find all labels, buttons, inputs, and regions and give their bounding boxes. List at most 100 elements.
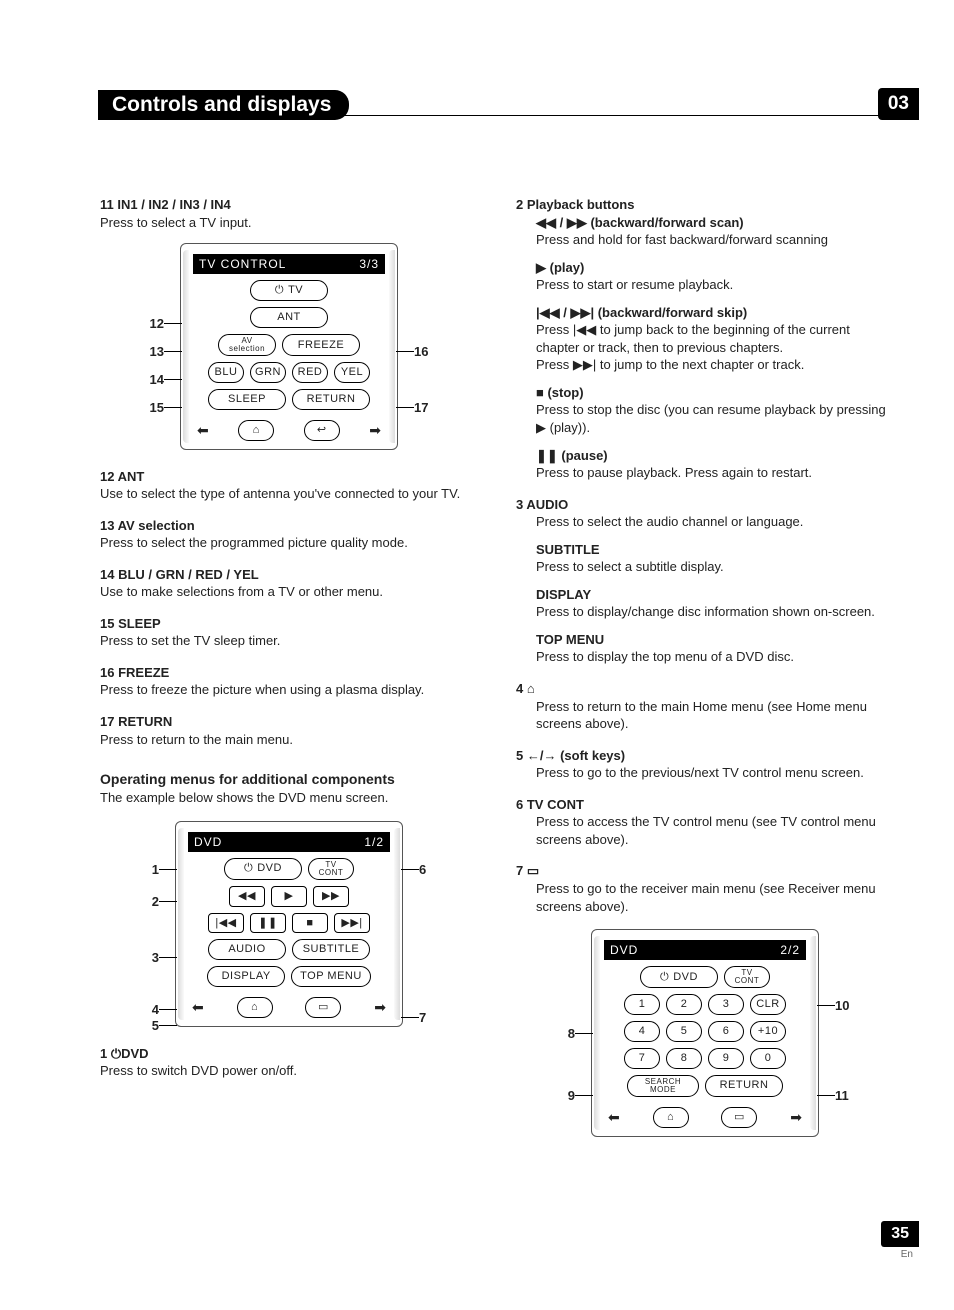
skip-back-button: |◀◀ — [208, 913, 244, 934]
item-12-heading: 12 ANT — [100, 468, 478, 486]
sleep-button: SLEEP — [208, 389, 286, 410]
section-title: Controls and displays — [98, 90, 349, 120]
display-body: Press to display/change disc information… — [536, 603, 894, 621]
tv-power-button: ⏻TV — [250, 280, 328, 301]
item-2-heading: 2 Playback buttons — [516, 196, 894, 214]
remote2-title: DVD 1/2 — [188, 832, 390, 852]
skip-fwd-button: ▶▶| — [334, 913, 370, 934]
left-column: 11 IN1 / IN2 / IN3 / IN4 Press to select… — [100, 196, 478, 1155]
stop-heading: ■ (stop) — [536, 384, 894, 402]
item-6-heading: 6 TV CONT — [516, 796, 894, 814]
item-7-body: Press to go to the receiver main menu (s… — [536, 880, 894, 915]
item-15-heading: 15 SLEEP — [100, 615, 478, 633]
plus10-button: +10 — [750, 1021, 786, 1042]
home-icon: ⌂ — [237, 997, 273, 1018]
remote1-title-right: 3/3 — [359, 256, 379, 272]
left-arrow-icon: ⬅ — [192, 998, 204, 1017]
tv-cont-button: TV CONT — [308, 858, 354, 880]
item-6-body: Press to access the TV control menu (see… — [536, 813, 894, 848]
num-4: 4 — [624, 1021, 660, 1042]
item-1dvd-body: Press to switch DVD power on/off. — [100, 1062, 478, 1080]
item-17-heading: 17 RETURN — [100, 713, 478, 731]
num-1: 1 — [624, 994, 660, 1015]
home-icon: ⌂ — [653, 1107, 689, 1128]
callout-12: 12 — [138, 315, 182, 333]
num-9: 9 — [708, 1048, 744, 1069]
right-arrow-icon: ➡ — [790, 1108, 802, 1127]
blu-button: BLU — [208, 362, 244, 383]
ffwd-button: ▶▶ — [313, 886, 349, 907]
num-8: 8 — [666, 1048, 702, 1069]
callout-1: 1 — [139, 861, 177, 879]
callout-7: 7 — [401, 1009, 439, 1027]
skip-body2: Press ▶▶| to jump to the next chapter or… — [536, 356, 894, 374]
item-15-body: Press to set the TV sleep timer. — [100, 632, 478, 650]
remote3-title-right: 2/2 — [780, 942, 800, 958]
item-11-heading: 11 IN1 / IN2 / IN3 / IN4 — [100, 196, 478, 214]
item-13-heading: 13 AV selection — [100, 517, 478, 535]
remote-dvd2-diagram: DVD 2/2 ⏻DVD TV CONT 1 2 3 CLR — [591, 929, 819, 1137]
topmenu-button: TOP MENU — [291, 966, 371, 987]
item-14-body: Use to make selections from a TV or othe… — [100, 583, 478, 601]
item-5-body: Press to go to the previous/next TV cont… — [536, 764, 894, 782]
num-5: 5 — [666, 1021, 702, 1042]
callout-10: 10 — [817, 997, 861, 1015]
red-button: RED — [292, 362, 328, 383]
home-icon: ⌂ — [238, 420, 274, 441]
item-12-body: Use to select the type of antenna you've… — [100, 485, 478, 503]
stop-body: Press to stop the disc (you can resume p… — [536, 401, 894, 436]
item-4-body: Press to return to the main Home menu (s… — [536, 698, 894, 733]
callout-2: 2 — [139, 893, 177, 911]
dvd-power-button: ⏻DVD — [224, 858, 302, 880]
callout-11: 11 — [817, 1087, 861, 1105]
right-column: 2 Playback buttons ◀◀ / ▶▶ (backward/for… — [516, 196, 894, 1155]
page-lang: En — [881, 1249, 919, 1260]
num-3: 3 — [708, 994, 744, 1015]
additional-components-body: The example below shows the DVD menu scr… — [100, 789, 478, 807]
display-button: DISPLAY — [207, 966, 285, 987]
skip-heading: |◀◀ / ▶▶| (backward/forward skip) — [536, 304, 894, 322]
stop-button: ■ — [292, 913, 328, 934]
yel-button: YEL — [334, 362, 370, 383]
play-button: ▶ — [271, 886, 307, 907]
item-3-body: Press to select the audio channel or lan… — [536, 513, 894, 531]
callout-4: 4 — [139, 1001, 177, 1019]
left-arrow-icon: ⬅ — [608, 1108, 620, 1127]
callout-5: 5 — [139, 1017, 177, 1035]
item-3-heading: 3 AUDIO — [516, 496, 894, 514]
skip-body1: Press |◀◀ to jump back to the beginning … — [536, 321, 894, 356]
callout-6: 6 — [401, 861, 439, 879]
ant-button: ANT — [250, 307, 328, 328]
page-number-block: 35 En — [881, 1221, 919, 1260]
pause-body: Press to pause playback. Press again to … — [536, 464, 894, 482]
item-16-body: Press to freeze the picture when using a… — [100, 681, 478, 699]
remote-tvcontrol-diagram: TV CONTROL 3/3 ⏻TV ANT AV selection FREE… — [180, 243, 398, 449]
item-13-body: Press to select the programmed picture q… — [100, 534, 478, 552]
remote3-title-left: DVD — [610, 942, 638, 958]
grn-button: GRN — [250, 362, 286, 383]
callout-14: 14 — [138, 371, 182, 389]
right-arrow-icon: ➡ — [369, 421, 381, 440]
right-arrow-icon: ➡ — [374, 998, 386, 1017]
item-14-heading: 14 BLU / GRN / RED / YEL — [100, 566, 478, 584]
callout-8: 8 — [555, 1025, 593, 1043]
num-6: 6 — [708, 1021, 744, 1042]
freeze-button: FREEZE — [282, 334, 360, 356]
back-icon: ↩ — [304, 420, 340, 441]
return-button: RETURN — [292, 389, 370, 410]
remote2-title-left: DVD — [194, 834, 222, 850]
pause-button: ❚❚ — [250, 913, 286, 934]
page-number: 35 — [881, 1221, 919, 1247]
remote1-title: TV CONTROL 3/3 — [193, 254, 385, 274]
num-2: 2 — [666, 994, 702, 1015]
search-mode-button: SEARCH MODE — [627, 1075, 699, 1097]
scan-body: Press and hold for fast backward/forward… — [536, 231, 894, 249]
topmenu-body: Press to display the top menu of a DVD d… — [536, 648, 894, 666]
subtitle-button: SUBTITLE — [292, 939, 370, 960]
callout-3: 3 — [139, 949, 177, 967]
subtitle-body: Press to select a subtitle display. — [536, 558, 894, 576]
remote1-title-left: TV CONTROL — [199, 256, 286, 272]
item-17-body: Press to return to the main menu. — [100, 731, 478, 749]
manual-page: Controls and displays 03 11 IN1 / IN2 / … — [0, 0, 954, 1310]
item-16-heading: 16 FREEZE — [100, 664, 478, 682]
